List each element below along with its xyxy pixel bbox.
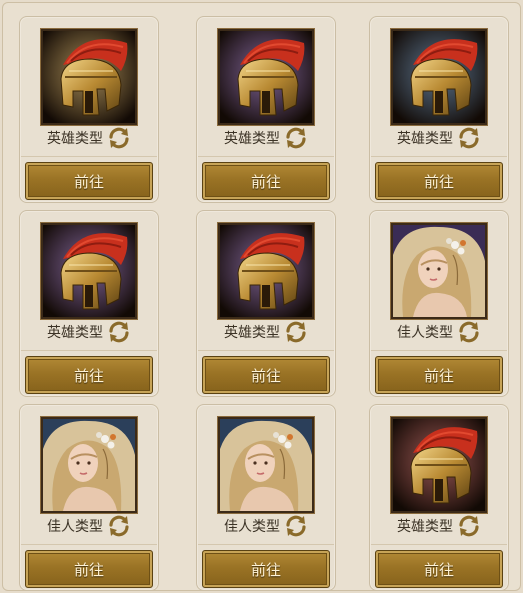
type-label: 英雄类型 (224, 325, 280, 341)
type-row: 佳人类型 (197, 513, 335, 539)
type-row: 英雄类型 (370, 125, 508, 151)
refresh-icon[interactable] (107, 320, 131, 344)
type-label: 佳人类型 (397, 325, 453, 341)
divider (21, 350, 157, 351)
refresh-icon[interactable] (457, 320, 481, 344)
refresh-icon[interactable] (457, 514, 481, 538)
divider (371, 544, 507, 545)
refresh-icon[interactable] (457, 126, 481, 150)
go-button[interactable]: 前往 (25, 550, 153, 588)
go-button[interactable]: 前往 (202, 162, 330, 200)
go-button[interactable]: 前往 (375, 550, 503, 588)
type-row: 英雄类型 (370, 513, 508, 539)
go-button[interactable]: 前往 (25, 162, 153, 200)
divider (198, 544, 334, 545)
type-row: 英雄类型 (20, 125, 158, 151)
refresh-icon[interactable] (284, 514, 308, 538)
hero-card-1: 英雄类型 前往 (19, 16, 159, 203)
type-label: 英雄类型 (224, 131, 280, 147)
divider (371, 156, 507, 157)
portrait-maiden[interactable] (391, 223, 487, 319)
beauty-card-3: 佳人类型 前往 (196, 404, 336, 591)
type-row: 佳人类型 (370, 319, 508, 345)
type-row: 英雄类型 (197, 319, 335, 345)
divider (371, 350, 507, 351)
type-label: 英雄类型 (397, 131, 453, 147)
card-grid-panel: 英雄类型 前往 英雄类型 前往 英雄类型 前往 英雄类型 前往 英雄类型 前往 … (2, 2, 521, 591)
portrait-maiden[interactable] (41, 417, 137, 513)
type-label: 佳人类型 (224, 519, 280, 535)
go-button[interactable]: 前往 (375, 162, 503, 200)
refresh-icon[interactable] (284, 320, 308, 344)
go-button[interactable]: 前往 (375, 356, 503, 394)
type-row: 英雄类型 (20, 319, 158, 345)
hero-card-6: 英雄类型 前往 (369, 404, 509, 591)
portrait-helmet[interactable] (41, 223, 137, 319)
divider (21, 544, 157, 545)
portrait-maiden[interactable] (218, 417, 314, 513)
beauty-card-1: 佳人类型 前往 (369, 210, 509, 397)
type-label: 英雄类型 (47, 131, 103, 147)
hero-card-5: 英雄类型 前往 (196, 210, 336, 397)
divider (198, 156, 334, 157)
divider (198, 350, 334, 351)
hero-card-3: 英雄类型 前往 (369, 16, 509, 203)
beauty-card-2: 佳人类型 前往 (19, 404, 159, 591)
portrait-helmet[interactable] (218, 223, 314, 319)
type-label: 英雄类型 (397, 519, 453, 535)
go-button[interactable]: 前往 (202, 550, 330, 588)
portrait-helmet[interactable] (391, 29, 487, 125)
portrait-helmet[interactable] (218, 29, 314, 125)
refresh-icon[interactable] (107, 126, 131, 150)
type-label: 佳人类型 (47, 519, 103, 535)
portrait-helmet[interactable] (41, 29, 137, 125)
type-row: 英雄类型 (197, 125, 335, 151)
refresh-icon[interactable] (107, 514, 131, 538)
type-row: 佳人类型 (20, 513, 158, 539)
go-button[interactable]: 前往 (202, 356, 330, 394)
refresh-icon[interactable] (284, 126, 308, 150)
go-button[interactable]: 前往 (25, 356, 153, 394)
hero-card-2: 英雄类型 前往 (196, 16, 336, 203)
portrait-helmet[interactable] (391, 417, 487, 513)
hero-card-4: 英雄类型 前往 (19, 210, 159, 397)
divider (21, 156, 157, 157)
type-label: 英雄类型 (47, 325, 103, 341)
